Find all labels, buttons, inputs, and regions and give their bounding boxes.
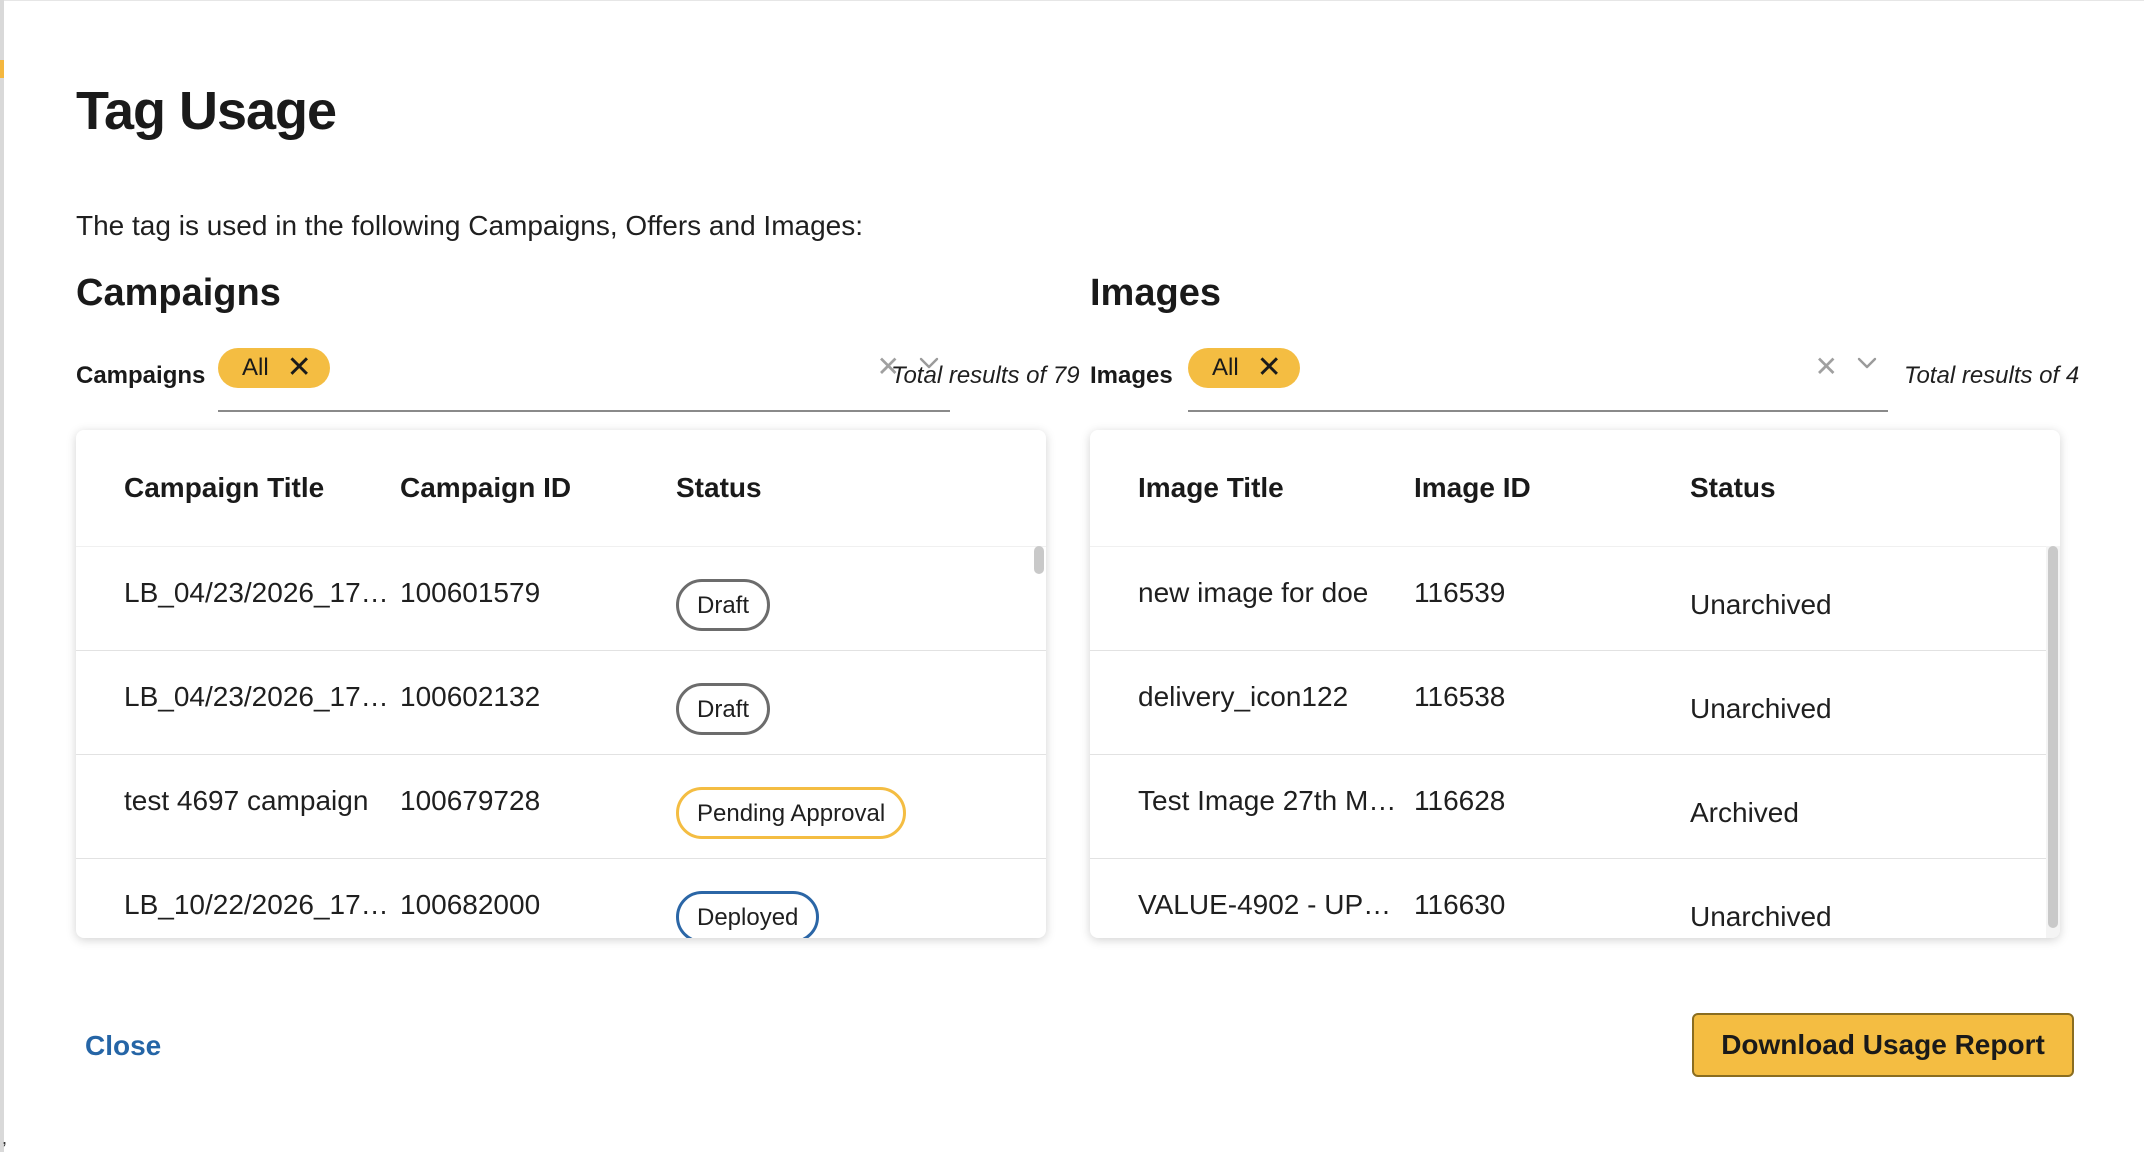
campaigns-chip-label: All	[242, 354, 269, 381]
campaign-title-cell: test 4697 campaign	[124, 784, 369, 816]
download-usage-report-button[interactable]: Download Usage Report	[1692, 1013, 2074, 1077]
column-header-image-title[interactable]: Image Title	[1090, 472, 1414, 504]
campaigns-filter-select[interactable]: All ✕ ✕	[218, 340, 950, 412]
column-header-status[interactable]: Status	[1690, 472, 2060, 504]
campaigns-section: Campaigns Campaigns All ✕ ✕ Total result…	[76, 268, 1096, 938]
close-icon[interactable]: ✕	[1257, 353, 1282, 383]
table-row[interactable]: Test Image 27th M… 116628 Archived	[1090, 755, 2060, 859]
campaigns-total-results: Total results of 79	[891, 362, 1080, 389]
images-section: Images Images All ✕ ✕ Total results of 4…	[1090, 268, 2110, 938]
status-badge: Draft	[676, 578, 771, 631]
stray-comma: ,	[2, 1128, 8, 1148]
campaign-title-cell: LB_04/23/2026_17…	[124, 680, 389, 712]
status-text: Unarchived	[1690, 900, 1832, 932]
images-filter-select[interactable]: All ✕ ✕	[1188, 340, 1888, 412]
status-text: Unarchived	[1690, 588, 1832, 620]
image-id-cell: 116539	[1414, 576, 1506, 608]
images-scrollbar[interactable]	[2046, 546, 2060, 938]
status-cell: Draft	[676, 578, 1046, 631]
images-filter-chip: All ✕	[1188, 348, 1300, 388]
close-icon[interactable]: ✕	[287, 353, 312, 383]
image-title-cell: new image for doe	[1138, 576, 1369, 608]
campaigns-table-header: Campaign Title Campaign ID Status	[76, 430, 1046, 547]
status-badge: Pending Approval	[676, 786, 907, 839]
image-title-cell: Test Image 27th M…	[1138, 784, 1397, 816]
table-row[interactable]: new image for doe 116539 Unarchived	[1090, 547, 2060, 651]
table-row[interactable]: LB_10/22/2026_17… 100682000 Deployed	[76, 859, 1046, 938]
images-scrollbar-thumb[interactable]	[2048, 546, 2058, 928]
status-badge: Deployed	[676, 890, 820, 938]
chevron-down-icon[interactable]	[1856, 352, 1878, 374]
status-cell: Draft	[676, 682, 1046, 735]
window-edge-accent	[0, 60, 4, 78]
image-id-cell: 116628	[1414, 784, 1506, 816]
campaigns-scrollbar-thumb[interactable]	[1034, 546, 1044, 574]
table-row[interactable]: LB_04/23/2026_17… 100601579 Draft	[76, 547, 1046, 651]
intro-text: The tag is used in the following Campaig…	[76, 210, 864, 241]
status-badge: Draft	[676, 682, 771, 735]
window-left-border	[0, 0, 4, 1152]
campaigns-filter-chip: All ✕	[218, 348, 330, 388]
table-row[interactable]: delivery_icon122 116538 Unarchived	[1090, 651, 2060, 755]
campaign-id-cell: 100602132	[400, 680, 541, 712]
campaign-id-cell: 100601579	[400, 576, 541, 608]
table-row[interactable]: test 4697 campaign 100679728 Pending App…	[76, 755, 1046, 859]
status-cell: Deployed	[676, 890, 1046, 938]
campaigns-table: Campaign Title Campaign ID Status LB_04/…	[76, 430, 1046, 938]
column-header-campaign-title[interactable]: Campaign Title	[76, 472, 400, 504]
images-heading: Images	[1090, 272, 1221, 314]
clear-icon[interactable]: ✕	[1815, 350, 1838, 383]
images-table-header: Image Title Image ID Status	[1090, 430, 2060, 547]
column-header-campaign-id[interactable]: Campaign ID	[400, 472, 676, 504]
image-id-cell: 116630	[1414, 888, 1506, 920]
window-top-border	[0, 0, 2144, 1]
table-row[interactable]: VALUE-4902 - UP… 116630 Unarchived	[1090, 859, 2060, 938]
images-chip-label: All	[1212, 354, 1239, 381]
campaigns-heading: Campaigns	[76, 272, 281, 314]
campaigns-filter-row: Campaigns All ✕ ✕ Total results of 79	[76, 340, 1096, 414]
status-cell: Pending Approval	[676, 786, 1046, 839]
column-header-image-id[interactable]: Image ID	[1414, 472, 1690, 504]
images-filter-label: Images	[1090, 362, 1173, 389]
images-filter-row: Images All ✕ ✕ Total results of 4	[1090, 340, 2110, 414]
status-text: Unarchived	[1690, 692, 1832, 724]
images-total-results: Total results of 4	[1904, 362, 2080, 389]
column-header-status[interactable]: Status	[676, 472, 1046, 504]
image-title-cell: VALUE-4902 - UP…	[1138, 888, 1392, 920]
images-table: Image Title Image ID Status new image fo…	[1090, 430, 2060, 938]
status-text: Archived	[1690, 796, 1799, 828]
modal-title: Tag Usage	[76, 81, 337, 141]
image-id-cell: 116538	[1414, 680, 1506, 712]
close-button[interactable]: Close	[85, 1030, 161, 1062]
campaigns-scrollbar[interactable]	[1032, 546, 1046, 938]
table-row[interactable]: LB_04/23/2026_17… 100602132 Draft	[76, 651, 1046, 755]
campaigns-filter-label: Campaigns	[76, 362, 206, 389]
campaign-id-cell: 100682000	[400, 888, 541, 920]
image-title-cell: delivery_icon122	[1138, 680, 1349, 712]
campaign-title-cell: LB_04/23/2026_17…	[124, 576, 389, 608]
campaign-id-cell: 100679728	[400, 784, 541, 816]
campaign-title-cell: LB_10/22/2026_17…	[124, 888, 389, 920]
